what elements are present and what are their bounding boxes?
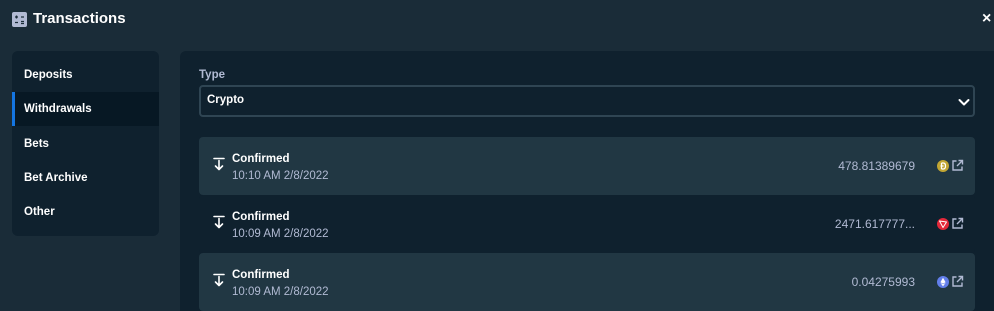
modal-header: Transactions × xyxy=(0,0,994,40)
transaction-status: Confirmed xyxy=(232,269,290,281)
withdraw-arrow-icon xyxy=(213,273,225,287)
sidebar-item-label: Deposits xyxy=(24,69,73,81)
sidebar-item-bet-archive[interactable]: Bet Archive xyxy=(12,161,159,195)
sidebar-item-label: Withdrawals xyxy=(24,103,92,115)
external-link-icon[interactable] xyxy=(951,217,964,230)
transaction-status: Confirmed xyxy=(232,153,290,165)
sidebar-item-label: Other xyxy=(24,206,55,218)
sidebar-item-other[interactable]: Other xyxy=(12,195,159,229)
transactions-panel: Type Crypto Confirmed 10:10 AM 2/8/2022 … xyxy=(180,51,994,311)
transaction-time: 10:09 AM 2/8/2022 xyxy=(232,228,329,240)
transaction-row[interactable]: Confirmed 10:09 AM 2/8/2022 0.04275993 xyxy=(199,253,975,311)
ethereum-icon xyxy=(937,276,949,288)
external-link-icon[interactable] xyxy=(951,275,964,288)
transaction-amount: 478.81389679 xyxy=(838,159,915,173)
transaction-time: 10:10 AM 2/8/2022 xyxy=(232,170,329,182)
transaction-amount: 2471.617777... xyxy=(834,217,915,231)
sidebar: Deposits Withdrawals Bets Bet Archive Ot… xyxy=(12,51,159,236)
transaction-amount: 0.04275993 xyxy=(851,275,915,289)
sidebar-item-bets[interactable]: Bets xyxy=(12,127,159,161)
withdraw-arrow-icon xyxy=(213,157,225,171)
transaction-time: 10:09 AM 2/8/2022 xyxy=(232,286,329,298)
type-label: Type xyxy=(199,69,225,81)
transaction-status: Confirmed xyxy=(232,211,290,223)
withdraw-arrow-icon xyxy=(213,215,225,229)
dogecoin-icon xyxy=(937,160,949,172)
transaction-row[interactable]: Confirmed 10:10 AM 2/8/2022 478.81389679 xyxy=(199,137,975,195)
sidebar-item-label: Bet Archive xyxy=(24,172,88,184)
sidebar-item-withdrawals[interactable]: Withdrawals xyxy=(12,92,159,126)
chevron-down-icon xyxy=(957,95,971,109)
sidebar-item-label: Bets xyxy=(24,138,49,150)
type-select[interactable]: Crypto xyxy=(199,85,975,117)
type-select-value: Crypto xyxy=(207,94,245,106)
transaction-row[interactable]: Confirmed 10:09 AM 2/8/2022 2471.617777.… xyxy=(199,195,975,253)
transactions-icon xyxy=(12,12,27,27)
sidebar-item-deposits[interactable]: Deposits xyxy=(12,58,159,92)
close-button[interactable]: × xyxy=(982,9,994,29)
external-link-icon[interactable] xyxy=(951,159,964,172)
modal-title: Transactions xyxy=(33,10,126,27)
tron-icon xyxy=(937,218,949,230)
